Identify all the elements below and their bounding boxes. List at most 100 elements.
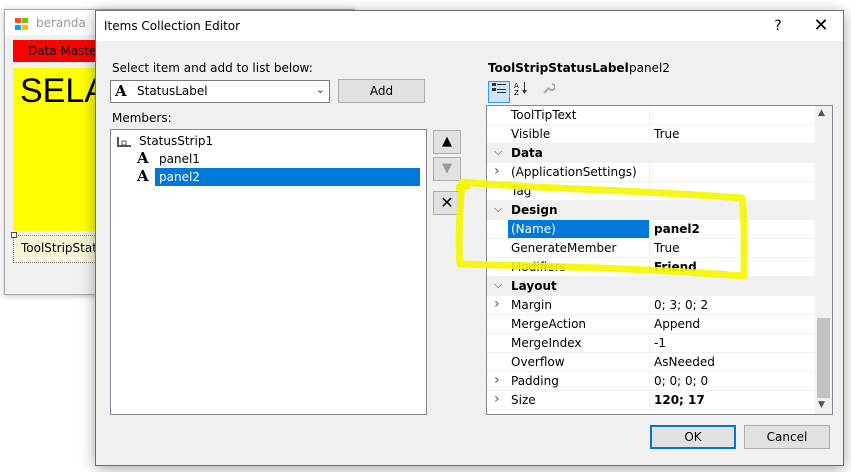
column-divider[interactable] [649,239,650,258]
property-row-applicationsettings[interactable]: › (ApplicationSettings) [487,163,815,182]
category-label: Data [511,146,543,160]
remove-button[interactable]: ✕ [433,191,461,215]
scroll-up-icon[interactable]: ▲ [818,108,825,118]
property-name: (Name) [511,222,556,236]
column-divider[interactable] [649,163,650,182]
property-name: MergeAction [511,317,587,331]
label-item-icon: A [137,167,149,185]
column-divider[interactable] [649,315,650,334]
status-label[interactable]: ToolStripStatu [21,241,105,255]
property-name: Tag [511,184,532,198]
property-grid-scrollbar[interactable]: ▲ ▼ [815,106,832,414]
column-divider[interactable] [649,391,650,410]
column-divider[interactable] [649,353,650,372]
tree-item-panel1[interactable]: panel1 [155,150,204,168]
property-value[interactable]: True [654,241,680,255]
members-label: Members: [112,111,172,125]
background-form-title: beranda [36,16,86,30]
column-divider[interactable] [649,125,650,144]
move-down-button[interactable]: ▼ [433,157,461,181]
chevron-right-icon[interactable]: › [494,391,504,407]
chevron-down-icon[interactable]: ⌄ [316,83,325,96]
property-name: Padding [511,374,559,388]
status-strip-icon [117,137,131,147]
property-row-overflow[interactable]: Overflow AsNeeded [487,353,815,372]
property-row-tag[interactable]: Tag [487,182,815,201]
property-row-tooltiptext[interactable]: ToolTipText [487,106,815,125]
category-data[interactable]: ⌵ Data [487,144,815,163]
category-label: Design [511,203,558,217]
chevron-down-icon[interactable]: ⌵ [494,278,504,292]
label-item-icon: A [137,149,149,167]
chevron-right-icon[interactable]: › [494,372,504,388]
property-name: Margin [511,298,552,312]
dialog-title: Items Collection Editor [104,19,241,33]
property-value[interactable]: Friend [654,260,697,274]
move-up-button[interactable]: ▲ [433,130,461,154]
arrow-up-icon: ▲ [442,134,452,149]
property-name: ToolTipText [511,108,577,122]
property-grid[interactable]: ToolTipText Visible True ⌵ Data › (Application… [486,105,833,415]
help-button[interactable]: ? [764,15,792,37]
label-type-icon: A [115,82,127,100]
cancel-button[interactable]: Cancel [744,425,830,449]
close-icon: ✕ [440,193,454,212]
items-collection-editor-dialog: Items Collection Editor ? ✕ Select item … [95,10,844,466]
column-divider[interactable] [649,296,650,315]
property-value[interactable]: AsNeeded [654,355,715,369]
property-value[interactable]: 120; 17 [654,393,705,407]
property-pages-button[interactable] [538,81,558,101]
arrow-down-icon: ▼ [442,161,452,176]
property-grid-type-name: ToolStripStatusLabel [488,61,629,75]
alphabetical-view-button[interactable]: AZ [512,81,532,101]
property-name: Visible [511,127,551,141]
column-divider[interactable] [649,182,650,201]
category-layout[interactable]: ⌵ Layout [487,277,815,296]
tree-root-statusstrip1[interactable]: StatusStrip1 [139,132,213,150]
property-row-modifiers[interactable]: Modifiers Friend [487,258,815,277]
property-value[interactable]: True [654,127,680,141]
column-divider[interactable] [649,220,650,239]
menu-item-data-master[interactable]: Data Master [28,44,101,58]
property-grid-toolbar: AZ [486,79,826,103]
property-name: Modifiers [511,260,566,274]
chevron-right-icon[interactable]: › [494,296,504,312]
property-value[interactable]: 0; 0; 0; 0 [654,374,708,388]
property-value[interactable]: panel2 [654,222,700,236]
svg-text:Z: Z [514,89,519,95]
dialog-titlebar: Items Collection Editor ? ✕ [96,11,843,41]
property-row-mergeindex[interactable]: MergeIndex -1 [487,334,815,353]
big-label: SELA [20,72,107,110]
column-divider[interactable] [649,106,650,125]
category-design[interactable]: ⌵ Design [487,201,815,220]
add-button[interactable]: Add [338,79,425,103]
property-row-visible[interactable]: Visible True [487,125,815,144]
scroll-down-icon[interactable]: ▼ [818,400,825,410]
property-name: GenerateMember [511,241,617,255]
chevron-down-icon[interactable]: ⌵ [494,202,504,216]
members-tree[interactable]: StatusStrip1 A panel1 A panel2 [110,129,427,415]
item-type-combobox[interactable]: A StatusLabel ⌄ [110,80,330,103]
column-divider[interactable] [649,334,650,353]
property-row-mergeaction[interactable]: MergeAction Append [487,315,815,334]
close-button[interactable]: ✕ [806,14,836,38]
chevron-down-icon[interactable]: ⌵ [494,145,504,159]
property-name: Size [511,393,536,407]
tree-item-panel2[interactable]: panel2 [155,168,420,186]
categorized-view-button[interactable] [488,81,510,103]
property-value[interactable]: 0; 3; 0; 2 [654,298,708,312]
scrollbar-thumb[interactable] [817,318,830,398]
ok-button[interactable]: OK [650,425,736,449]
property-value[interactable]: Append [654,317,700,331]
property-row-name[interactable]: (Name) panel2 [487,220,815,239]
property-row-size[interactable]: › Size 120; 17 [487,391,815,410]
resize-handle[interactable] [11,232,17,238]
property-row-generatemember[interactable]: GenerateMember True [487,239,815,258]
property-row-margin[interactable]: › Margin 0; 3; 0; 2 [487,296,815,315]
chevron-right-icon[interactable]: › [494,163,504,179]
column-divider[interactable] [649,372,650,391]
column-divider[interactable] [649,258,650,277]
property-row-padding[interactable]: › Padding 0; 0; 0; 0 [487,372,815,391]
property-value[interactable]: -1 [654,336,666,350]
sort-az-icon: AZ [514,82,527,97]
